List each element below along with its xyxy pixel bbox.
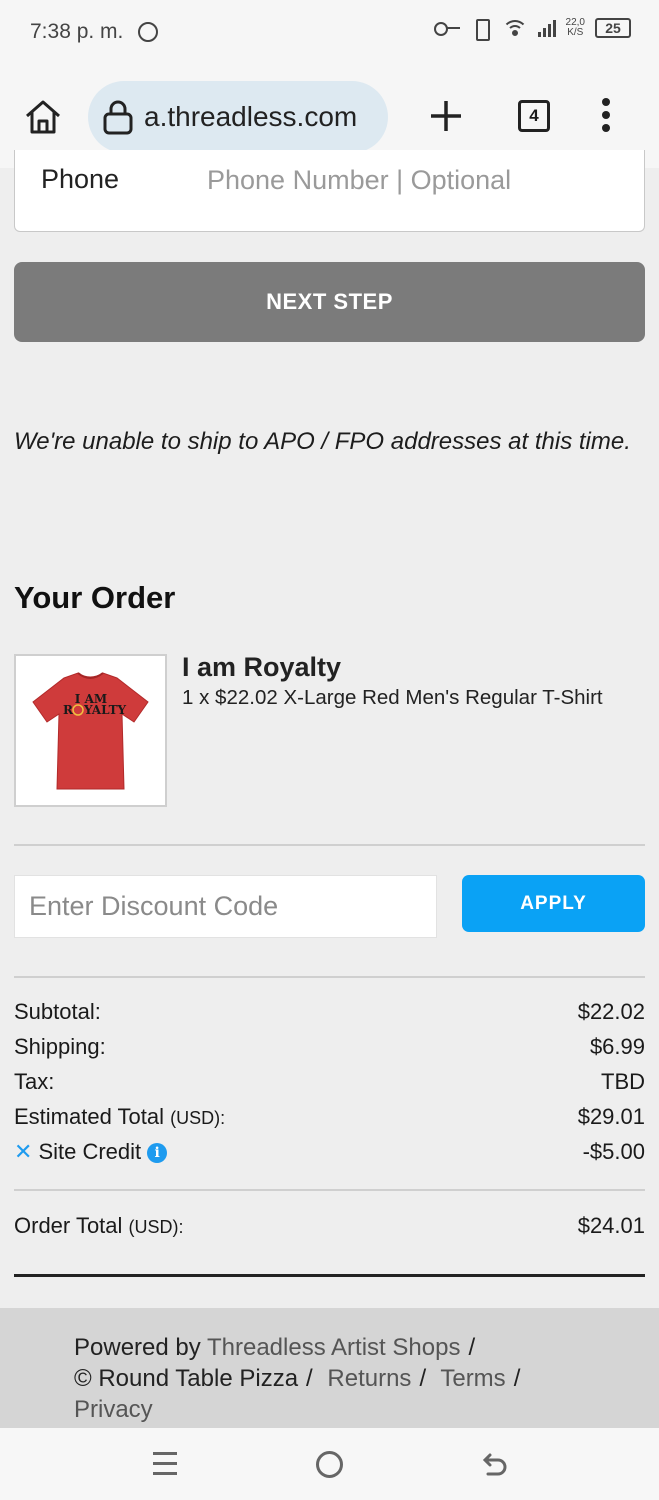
battery-icon: 25	[595, 18, 631, 38]
privacy-link[interactable]: Privacy	[74, 1396, 153, 1423]
remove-credit-icon[interactable]: ✕	[14, 1139, 32, 1164]
new-tab-icon[interactable]	[428, 98, 464, 134]
order-total-text: Order Total	[14, 1213, 123, 1238]
threadless-shops-link[interactable]: Threadless Artist Shops	[207, 1334, 460, 1361]
tax-row: Tax: TBD	[14, 1069, 645, 1099]
network-speed-unit: K/S	[567, 27, 584, 38]
shipping-value: $6.99	[589, 1034, 645, 1059]
status-bar: 7:38 p. m. 22,0 K/S 25	[0, 0, 659, 66]
copyright-text: © Round Table Pizza	[74, 1365, 299, 1392]
estimated-total-row: Estimated Total (USD): $29.01	[14, 1104, 645, 1134]
estimated-total-text: Estimated Total	[14, 1104, 165, 1129]
divider	[14, 844, 645, 846]
estimated-total-label: Estimated Total (USD):	[14, 1104, 225, 1130]
site-credit-row: ✕ Site Credit i -$5.00	[14, 1139, 645, 1169]
home-icon[interactable]	[22, 96, 64, 138]
tab-count-button[interactable]: 4	[518, 100, 550, 132]
system-nav-bar	[0, 1428, 659, 1500]
footer: Powered by Threadless Artist Shops / © Ro…	[0, 1308, 659, 1428]
returns-link[interactable]: Returns	[327, 1365, 411, 1392]
site-credit-text: Site Credit	[38, 1139, 142, 1164]
address-bar[interactable]: a.threadless.com	[88, 81, 388, 153]
estimated-currency: (USD):	[170, 1108, 226, 1128]
footer-separator: /	[513, 1365, 521, 1392]
phone-field-container: Phone	[14, 150, 645, 232]
tax-label: Tax:	[14, 1069, 55, 1094]
url-text[interactable]: a.threadless.com	[144, 101, 357, 133]
status-icons: 22,0 K/S 25	[433, 18, 631, 41]
back-icon[interactable]	[480, 1450, 510, 1480]
order-title: Your Order	[14, 580, 176, 615]
subtotal-value: $22.02	[577, 999, 645, 1024]
divider	[14, 976, 645, 978]
info-icon[interactable]: i	[147, 1143, 168, 1163]
powered-by-text: Powered by	[74, 1334, 201, 1361]
vibrate-icon	[470, 18, 492, 41]
order-total-value: $24.01	[577, 1213, 645, 1238]
lock-icon[interactable]	[102, 99, 134, 135]
footer-separator: /	[419, 1365, 427, 1392]
wifi-icon	[501, 18, 528, 38]
order-total-row: Order Total (USD): $24.01	[14, 1213, 645, 1243]
subtotal-label: Subtotal:	[14, 999, 101, 1024]
site-credit-value: -$5.00	[582, 1139, 645, 1164]
apply-discount-button[interactable]: APPLY	[462, 875, 645, 932]
phone-label: Phone	[41, 164, 120, 194]
tax-value: TBD	[601, 1069, 645, 1094]
whatsapp-icon	[138, 22, 158, 42]
product-image: I AM R YALTY	[14, 654, 167, 807]
shirt-text-rest: YALTY	[83, 703, 126, 717]
terms-link[interactable]: Terms	[440, 1365, 505, 1392]
network-speed: 22,0 K/S	[566, 18, 585, 38]
phone-input[interactable]	[207, 160, 627, 200]
next-step-button[interactable]: NEXT STEP	[14, 262, 645, 342]
home-nav-icon[interactable]	[316, 1451, 343, 1478]
site-credit-label: ✕ Site Credit i	[14, 1139, 168, 1165]
shipping-label: Shipping:	[14, 1034, 106, 1059]
divider-thick	[14, 1274, 645, 1277]
product-name[interactable]: I am Royalty	[182, 652, 341, 683]
discount-code-input[interactable]	[14, 875, 437, 938]
order-total-label: Order Total (USD):	[14, 1213, 184, 1239]
recent-apps-icon[interactable]	[153, 1452, 177, 1476]
footer-separator: /	[468, 1334, 476, 1361]
subtotal-row: Subtotal: $22.02	[14, 999, 645, 1029]
more-menu-icon[interactable]	[598, 98, 614, 136]
signal-icon	[537, 19, 556, 37]
divider	[14, 1189, 645, 1191]
status-time: 7:38 p. m.	[30, 20, 124, 43]
shipping-row: Shipping: $6.99	[14, 1034, 645, 1064]
estimated-total-value: $29.01	[577, 1104, 645, 1129]
product-detail: 1 x $22.02 X-Large Red Men's Regular T-S…	[182, 686, 603, 709]
footer-separator: /	[306, 1365, 313, 1392]
apo-notice: We're unable to ship to APO / FPO addres…	[14, 428, 631, 455]
vpn-key-icon	[433, 21, 460, 36]
order-total-currency: (USD):	[128, 1217, 184, 1237]
footer-links: Powered by Threadless Artist Shops / © Ro…	[74, 1332, 634, 1425]
